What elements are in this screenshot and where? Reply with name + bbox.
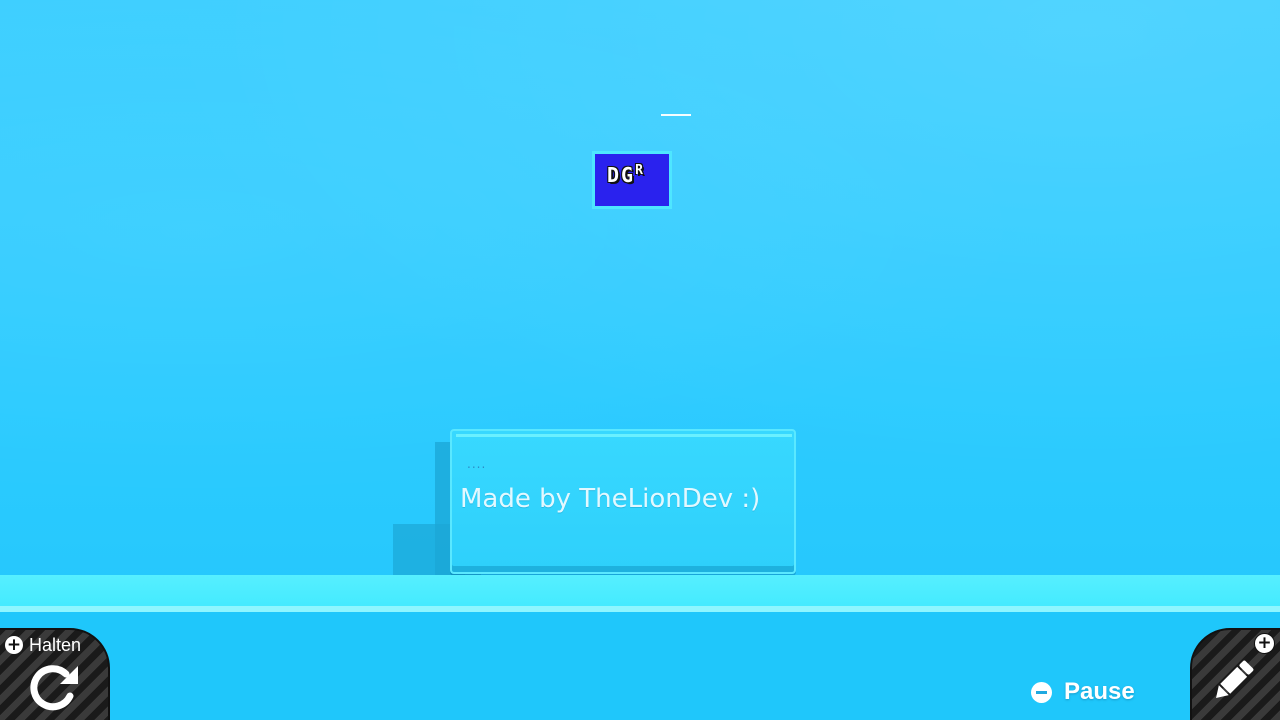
sign-block-highlight bbox=[456, 434, 792, 437]
sign-text: Made by TheLionDev :) bbox=[460, 484, 761, 514]
hold-label: Halten bbox=[29, 635, 82, 655]
dash-mark bbox=[661, 114, 691, 116]
sign-dots: .... bbox=[467, 457, 487, 471]
pause-button[interactable]: Pause bbox=[1031, 678, 1151, 706]
ground-top bbox=[0, 575, 1280, 607]
dgr-logo-block: DGR bbox=[592, 151, 672, 209]
logo-letters: DG bbox=[607, 163, 636, 187]
refresh-icon[interactable] bbox=[26, 662, 80, 712]
minus-circle-icon bbox=[1031, 682, 1052, 703]
pause-label: Pause bbox=[1064, 678, 1135, 705]
plus-circle-icon: + bbox=[1254, 633, 1275, 654]
plus-circle-icon: + bbox=[5, 635, 23, 655]
logo-text: DGR bbox=[607, 163, 643, 187]
logo-superscript: R bbox=[635, 163, 643, 178]
pencil-icon[interactable] bbox=[1208, 656, 1258, 706]
